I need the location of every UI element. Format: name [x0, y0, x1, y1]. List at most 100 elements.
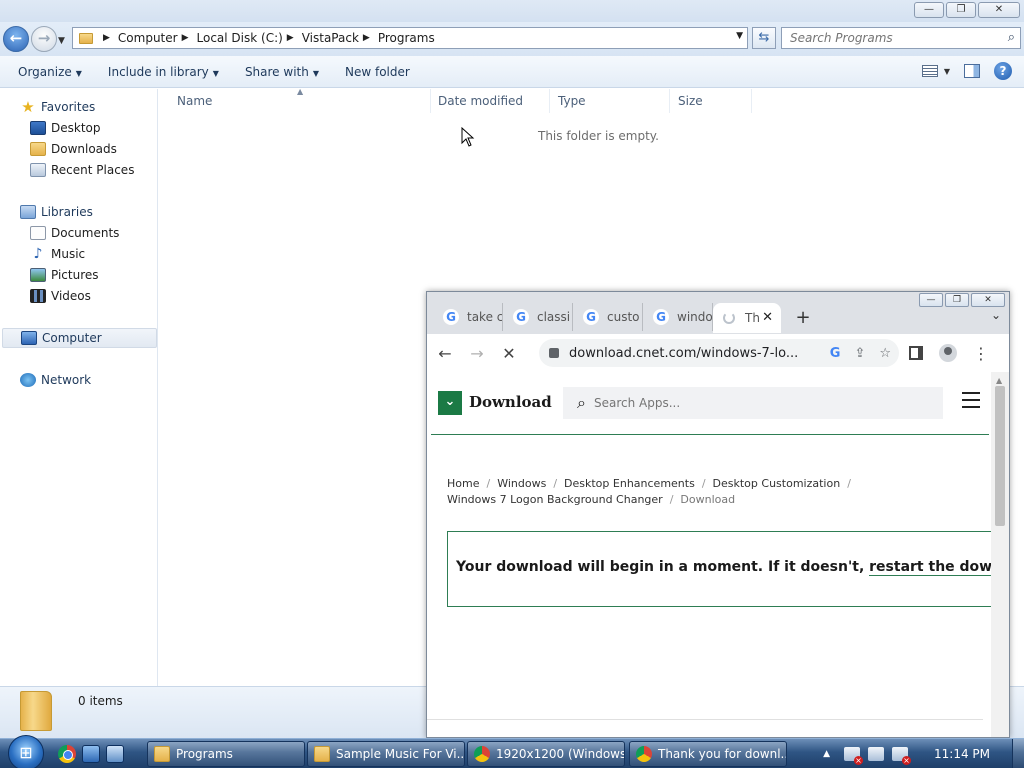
browser-tab[interactable]: Gtake c: [433, 303, 503, 331]
include-in-library-button[interactable]: Include in library ▼: [100, 65, 227, 79]
nav-network[interactable]: Network: [20, 370, 91, 390]
column-size[interactable]: Size: [670, 89, 752, 113]
scrollbar-thumb[interactable]: [995, 386, 1005, 526]
side-panel-icon[interactable]: [909, 346, 923, 360]
close-button[interactable]: ✕: [978, 2, 1020, 18]
back-arrow-icon[interactable]: ←: [431, 344, 459, 363]
minimize-button[interactable]: —: [914, 2, 944, 18]
nav-libraries[interactable]: Libraries: [20, 202, 93, 222]
chevron-down-icon: ▼: [212, 68, 219, 78]
change-view-icon[interactable]: [921, 65, 938, 77]
nav-documents[interactable]: Documents: [30, 223, 119, 243]
breadcrumb-app[interactable]: Windows 7 Logon Background Changer: [447, 493, 663, 506]
search-input[interactable]: [782, 28, 992, 48]
breadcrumb-windows[interactable]: Windows: [497, 477, 546, 490]
column-date-modified[interactable]: Date modified: [430, 89, 550, 113]
site-search[interactable]: ⌕: [563, 387, 943, 419]
share-with-button[interactable]: Share with ▼: [237, 65, 327, 79]
taskbar-button-chrome-thank-you[interactable]: Thank you for downl...: [629, 741, 787, 767]
nav-favorites[interactable]: ★ Favorites: [20, 97, 95, 117]
network-tray-icon[interactable]: [868, 747, 884, 761]
refresh-button[interactable]: ⇆: [752, 27, 776, 49]
back-button[interactable]: ←: [3, 26, 29, 52]
nav-videos[interactable]: Videos: [30, 286, 91, 306]
taskbar-button-chrome-1920[interactable]: 1920x1200 (Windows...: [467, 741, 625, 767]
breadcrumb-local-disk[interactable]: Local Disk (C:) ▶: [197, 31, 302, 45]
browser-tab-active[interactable]: Th ✕: [713, 303, 781, 333]
breadcrumb-programs[interactable]: Programs: [378, 31, 435, 45]
folder-icon: [20, 691, 52, 731]
search-icon: ⌕: [577, 393, 586, 412]
chevron-down-icon: ▼: [75, 68, 82, 78]
google-lens-icon[interactable]: G: [830, 346, 841, 361]
restart-download-link[interactable]: restart the download.: [869, 559, 1009, 576]
downloads-folder-icon: [30, 142, 46, 156]
preview-pane-icon[interactable]: [964, 64, 980, 78]
show-desktop-icon[interactable]: [82, 745, 100, 763]
tab-search-chevron-icon[interactable]: ⌄: [991, 308, 1001, 322]
libraries-icon: [20, 205, 36, 219]
show-desktop-button[interactable]: [1012, 739, 1024, 768]
nav-desktop[interactable]: Desktop: [30, 118, 101, 138]
maximize-button[interactable]: ❐: [946, 2, 976, 18]
hamburger-menu-icon[interactable]: [962, 392, 980, 410]
forward-button[interactable]: →: [31, 26, 57, 52]
breadcrumb-arrow-icon[interactable]: ▶: [103, 33, 110, 43]
address-bar[interactable]: ▶ Computer ▶ Local Disk (C:) ▶ VistaPack ▶ …: [72, 27, 748, 49]
breadcrumb-home[interactable]: Home: [447, 477, 479, 490]
organize-button[interactable]: Organize ▼: [10, 65, 90, 79]
nav-recent-places[interactable]: Recent Places: [30, 160, 134, 180]
browser-tab[interactable]: Gwindo: [643, 303, 713, 331]
breadcrumb-computer[interactable]: Computer ▶: [118, 31, 197, 45]
nav-music[interactable]: ♪ Music: [30, 244, 86, 264]
share-icon[interactable]: ⇪: [854, 346, 865, 361]
menu-kebab-icon[interactable]: ⋮: [973, 344, 989, 363]
omnibox[interactable]: download.cnet.com/windows-7-lo... G ⇪ ☆: [539, 339, 899, 367]
column-type[interactable]: Type: [550, 89, 670, 113]
volume-muted-icon[interactable]: [892, 747, 911, 765]
scroll-up-icon[interactable]: ▲: [996, 376, 1002, 385]
taskbar-button-sample-music[interactable]: Sample Music For Vi...: [307, 741, 465, 767]
quick-launch: [58, 745, 124, 763]
nav-pictures[interactable]: Pictures: [30, 265, 99, 285]
breadcrumb-arrow-icon[interactable]: ▶: [287, 33, 294, 43]
recent-pages-dropdown-icon[interactable]: ▼: [58, 36, 65, 46]
switch-windows-icon[interactable]: [106, 745, 124, 763]
page-scrollbar[interactable]: ▲: [991, 372, 1009, 737]
breadcrumb-arrow-icon[interactable]: ▶: [363, 33, 370, 43]
profile-avatar-icon[interactable]: [939, 344, 957, 362]
start-button[interactable]: ⊞: [8, 735, 44, 768]
site-search-input[interactable]: [593, 396, 914, 410]
url-text[interactable]: download.cnet.com/windows-7-lo...: [569, 346, 798, 361]
action-center-flag-icon[interactable]: [844, 747, 863, 765]
stop-loading-icon[interactable]: ✕: [495, 344, 523, 363]
folder-icon: [79, 32, 93, 44]
search-icon[interactable]: ⌕: [1008, 30, 1015, 45]
breadcrumb-desktop-customization[interactable]: Desktop Customization: [713, 477, 841, 490]
address-dropdown-icon[interactable]: ▼: [736, 31, 743, 41]
show-hidden-icons-icon[interactable]: ▲: [823, 749, 830, 759]
breadcrumb-arrow-icon[interactable]: ▶: [182, 33, 189, 43]
bookmark-star-icon[interactable]: ☆: [879, 346, 891, 361]
system-tray: ▲ 11:14 PM: [823, 739, 1024, 768]
chrome-icon[interactable]: [58, 745, 76, 763]
help-icon[interactable]: ?: [994, 62, 1012, 80]
forward-arrow-icon[interactable]: →: [463, 344, 491, 363]
close-tab-icon[interactable]: ✕: [762, 310, 773, 325]
clock[interactable]: 11:14 PM: [934, 747, 990, 761]
new-folder-button[interactable]: New folder: [337, 65, 418, 79]
breadcrumb-desktop-enhancements[interactable]: Desktop Enhancements: [564, 477, 695, 490]
browser-tab[interactable]: Gclassi: [503, 303, 573, 331]
new-tab-button[interactable]: +: [789, 307, 817, 328]
chrome-icon: [474, 746, 490, 762]
taskbar-button-programs[interactable]: Programs: [147, 741, 305, 767]
browser-tab[interactable]: Gcusto: [573, 303, 643, 331]
download-logo-icon[interactable]: ⌄: [438, 391, 462, 415]
lock-icon[interactable]: [549, 348, 559, 358]
breadcrumb-vistapack[interactable]: VistaPack ▶: [302, 31, 378, 45]
search-box[interactable]: ⌕: [781, 27, 1021, 49]
nav-downloads[interactable]: Downloads: [30, 139, 117, 159]
view-options-dropdown-icon[interactable]: ▼: [944, 67, 950, 76]
site-logo-text[interactable]: Download: [469, 393, 552, 411]
nav-computer[interactable]: Computer: [2, 328, 157, 348]
